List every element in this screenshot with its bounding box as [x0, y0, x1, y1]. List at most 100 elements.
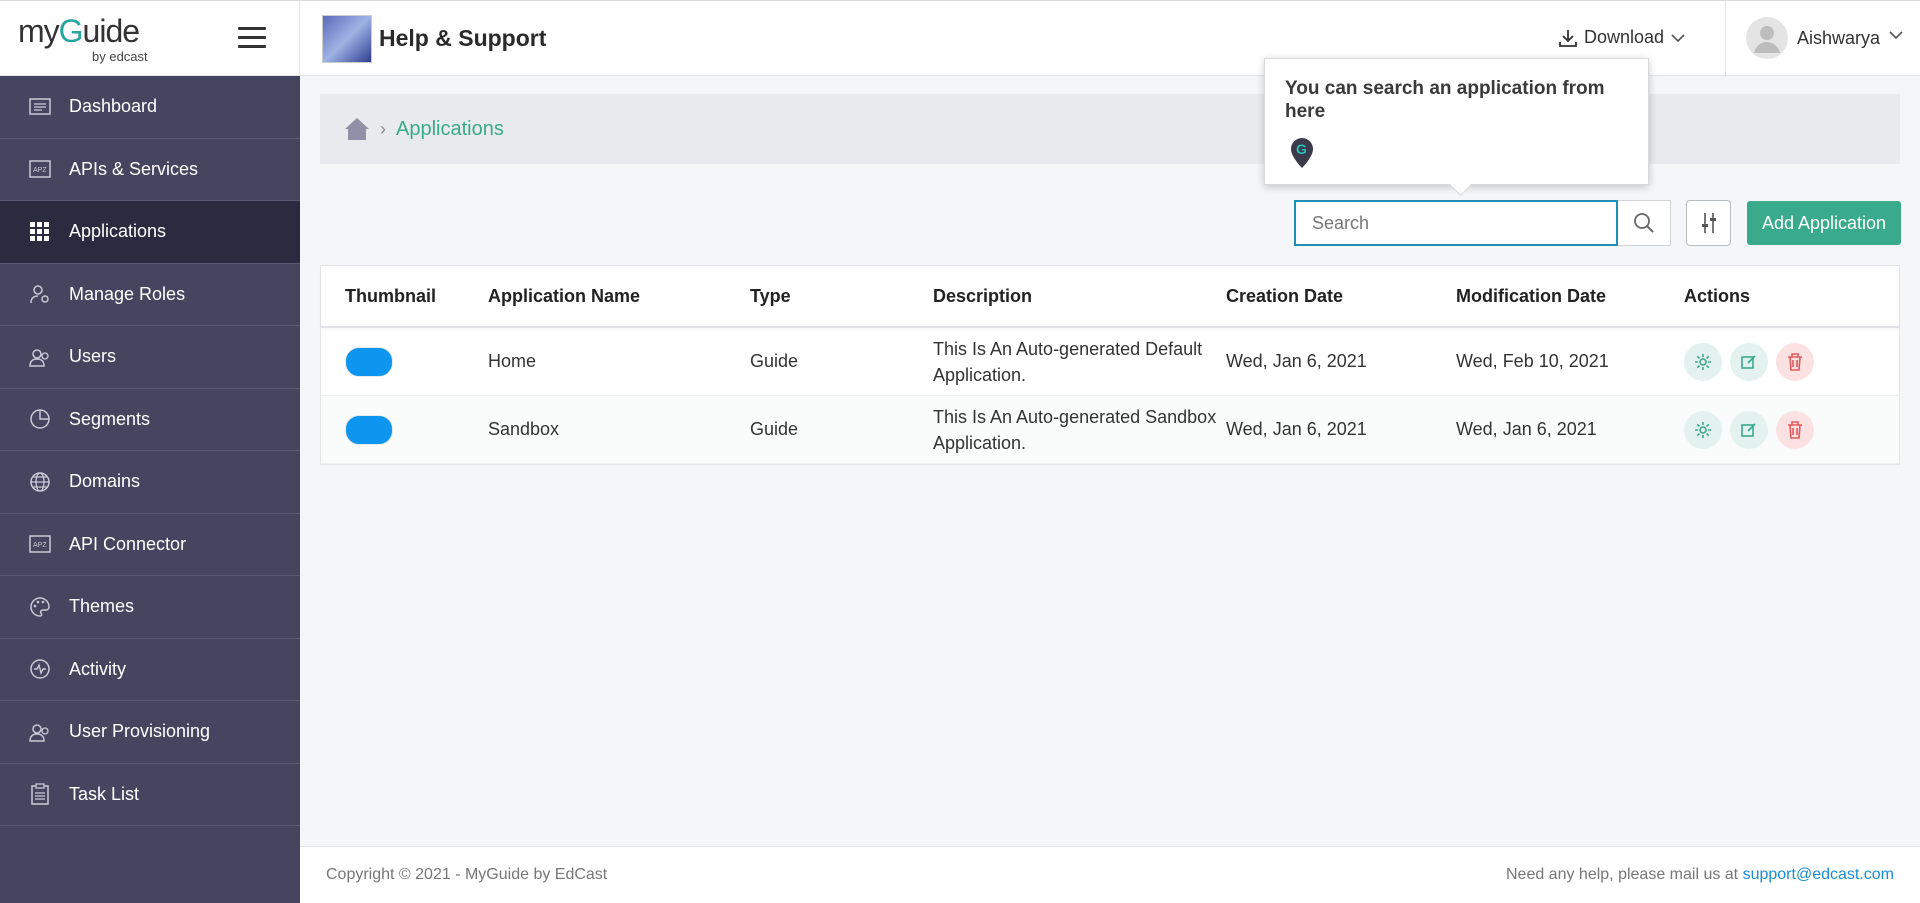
sidebar-item-domains[interactable]: Domains: [0, 451, 300, 514]
logo-text-uide: uide: [82, 13, 140, 49]
sidebar-item-label: APIs & Services: [69, 158, 199, 179]
help-text: Need any help, please mail us at: [1505, 866, 1739, 883]
palette-icon: [28, 595, 52, 619]
breadcrumb: › Applications: [320, 94, 1900, 164]
api-icon: APZ: [28, 157, 52, 181]
tooltip-text: You can search an application from here: [1285, 78, 1605, 122]
sidebar-item-segments[interactable]: Segments: [0, 389, 300, 451]
sidebar-item-label: Dashboard: [69, 96, 158, 117]
download-label: Download: [1584, 27, 1665, 47]
trash-icon: [1788, 420, 1802, 439]
table-row: Sandbox Guide This Is An Auto-generated …: [321, 396, 1899, 464]
application-thumbnail: [345, 414, 393, 445]
column-header: Application Name: [488, 285, 641, 306]
search-icon: [1634, 213, 1654, 233]
sidebar-item-api-connector[interactable]: APZ API Connector: [0, 514, 300, 576]
sidebar-item-activity[interactable]: Activity: [0, 639, 300, 701]
column-header: Description: [933, 286, 1033, 306]
sidebar-item-label: Users: [69, 346, 117, 367]
logo-by-edcast: by edcast: [92, 49, 148, 64]
api-connector-icon: APZ: [28, 532, 52, 556]
application-name: Home: [488, 351, 537, 371]
sliders-icon: [1701, 213, 1716, 233]
breadcrumb-current[interactable]: Applications: [396, 118, 504, 141]
application-type: Guide: [750, 419, 799, 439]
sidebar-item-user-provisioning[interactable]: User Provisioning: [0, 701, 300, 764]
creation-date: Wed, Jan 6, 2021: [1226, 351, 1367, 371]
column-header: Modification Date: [1456, 285, 1607, 306]
myguide-logo[interactable]: myGuide: [18, 13, 140, 50]
table-header: Thumbnail Application Name Type Descript…: [321, 266, 1899, 328]
trash-icon: [1788, 352, 1802, 371]
chevron-down-icon: [1671, 33, 1685, 42]
application-thumbnail: [345, 346, 393, 377]
sidebar-item-users[interactable]: Users: [0, 326, 300, 389]
support-email-link[interactable]: support@edcast.com: [1743, 866, 1894, 883]
pie-icon: [28, 407, 52, 431]
delete-button[interactable]: [1776, 410, 1814, 449]
edit-button[interactable]: [1730, 410, 1768, 449]
user-menu[interactable]: Aishwarya: [1725, 1, 1920, 77]
settings-button[interactable]: [1684, 410, 1722, 449]
globe-icon: [28, 470, 52, 494]
copyright: Copyright © 2021 - MyGuide by EdCast: [326, 866, 608, 883]
edit-icon: [1741, 422, 1756, 437]
sidebar-item-manage-roles[interactable]: Manage Roles: [0, 264, 300, 326]
sidebar-item-dashboard[interactable]: Dashboard: [0, 76, 300, 139]
sidebar-item-label: Themes: [69, 596, 135, 617]
sidebar-item-themes[interactable]: Themes: [0, 576, 300, 639]
svg-text:G: G: [1296, 141, 1307, 157]
gear-icon: [1695, 353, 1711, 370]
logo-text-my: my: [18, 13, 60, 49]
edit-button[interactable]: [1730, 342, 1768, 381]
sidebar-item-label: User Provisioning: [69, 721, 211, 742]
main-content: › Applications Search Add Application Th…: [300, 76, 1920, 846]
gear-icon: [1695, 421, 1711, 438]
search-button[interactable]: [1618, 200, 1671, 246]
chevron-down-icon: [1889, 31, 1903, 40]
row-actions: [1684, 410, 1899, 449]
search-placeholder: Search: [1312, 212, 1370, 233]
username: Aishwarya: [1797, 28, 1881, 48]
sidebar-item-task-list[interactable]: Task List: [0, 764, 300, 826]
sidebar: Dashboard APZ APIs & Services Applicatio…: [0, 76, 300, 903]
modification-date: Wed, Jan 6, 2021: [1456, 419, 1597, 439]
clipboard-icon: [28, 782, 52, 806]
sidebar-item-label: Segments: [69, 408, 151, 429]
modification-date: Wed, Feb 10, 2021: [1456, 351, 1609, 371]
logo-g-pin-icon: G: [58, 13, 84, 49]
home-icon[interactable]: [344, 117, 370, 141]
help-text-wrapper: Need any help, please mail us at support…: [1506, 866, 1894, 884]
settings-button[interactable]: [1684, 342, 1722, 381]
activity-icon: [28, 657, 52, 681]
sidebar-item-label: Task List: [69, 783, 140, 804]
application-name: Sandbox: [488, 419, 560, 439]
table-row: Home Guide This Is An Auto-generated Def…: [321, 328, 1899, 396]
svg-text:APZ: APZ: [33, 167, 47, 174]
application-description: This Is An Auto-generated Default Applic…: [933, 338, 1203, 385]
add-application-button[interactable]: Add Application: [1747, 201, 1901, 245]
sidebar-item-apis-services[interactable]: APZ APIs & Services: [0, 139, 300, 201]
filter-button[interactable]: [1686, 200, 1731, 246]
column-header: Creation Date: [1226, 285, 1344, 306]
avatar: [1746, 17, 1788, 59]
footer: Copyright © 2021 - MyGuide by EdCast Nee…: [300, 846, 1920, 903]
sidebar-item-applications[interactable]: Applications: [0, 201, 300, 264]
edit-icon: [1741, 354, 1756, 369]
delete-button[interactable]: [1776, 342, 1814, 381]
hamburger-menu-icon[interactable]: [238, 27, 266, 49]
download-dropdown[interactable]: Download: [1558, 27, 1686, 48]
sidebar-item-label: Domains: [69, 471, 141, 492]
users-icon: [28, 345, 52, 369]
column-header: Type: [750, 285, 791, 306]
users-icon: [28, 720, 52, 744]
application-description: This Is An Auto-generated Sandbox Applic…: [933, 406, 1217, 453]
guide-tooltip: You can search an application from here …: [1264, 58, 1649, 185]
column-header: Actions: [1684, 285, 1751, 306]
search-input[interactable]: Search: [1294, 200, 1618, 246]
applications-table: Thumbnail Application Name Type Descript…: [320, 265, 1900, 465]
sidebar-item-label: Manage Roles: [69, 283, 186, 304]
creation-date: Wed, Jan 6, 2021: [1226, 419, 1367, 439]
sidebar-item-label: Activity: [69, 658, 127, 679]
sidebar-item-label: API Connector: [69, 533, 187, 554]
